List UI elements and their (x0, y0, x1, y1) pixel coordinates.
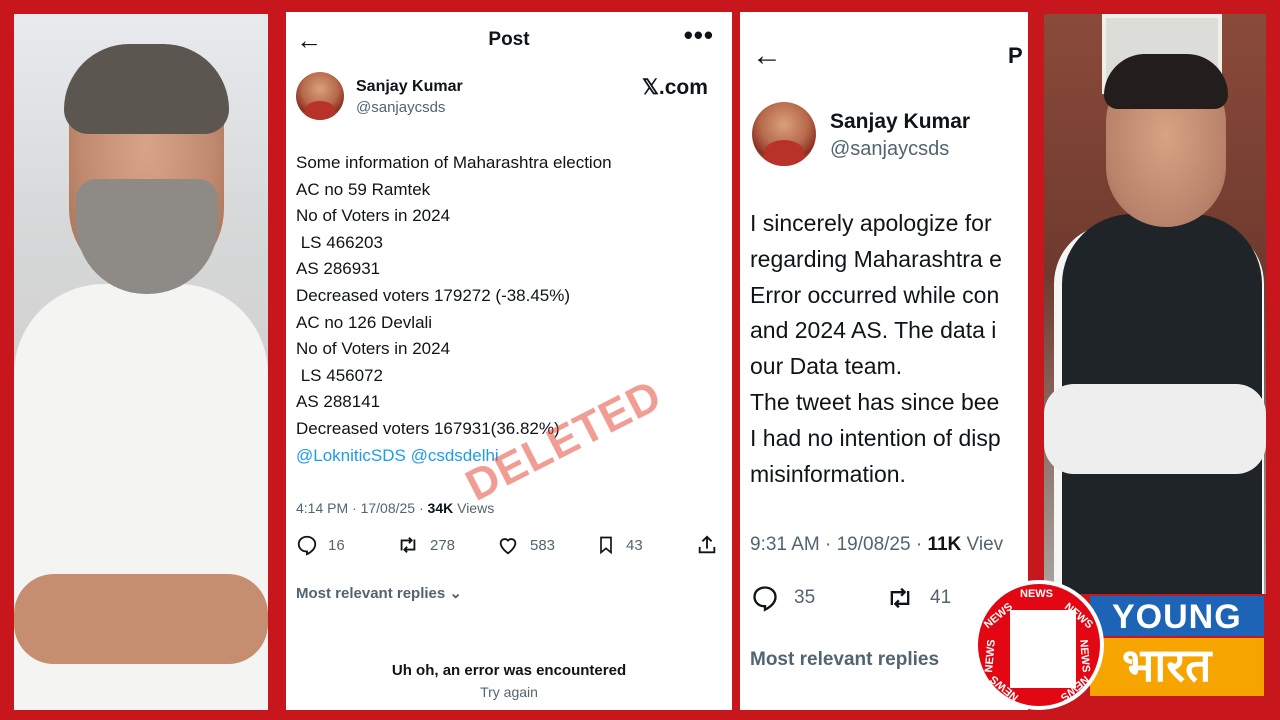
like-button[interactable]: 583 (496, 534, 555, 556)
views-count: 34K (427, 500, 454, 516)
left-person-photo (14, 14, 268, 710)
tweet-line: AS 286931 (296, 259, 381, 279)
repost-icon (890, 587, 910, 609)
post-title: P (1008, 43, 1023, 68)
tweet-line: No of Voters in 2024 (296, 339, 451, 359)
repost-count: 41 (930, 587, 952, 608)
share-icon (698, 535, 716, 554)
post-header: ← Post ••• (286, 20, 732, 54)
share-button[interactable] (696, 534, 718, 556)
news-word: NEWS (1077, 639, 1092, 673)
back-arrow-icon[interactable]: ← (752, 41, 782, 71)
tweet-line: No of Voters in 2024 (296, 206, 451, 226)
reply-icon (753, 586, 777, 612)
user-handle[interactable]: @sanjaycsds (356, 99, 445, 116)
tweet-line: AC no 126 Devlali (296, 312, 433, 332)
tweet-line: our Data team. (750, 353, 903, 380)
like-count: 583 (530, 536, 556, 554)
tweet-line: misinformation. (750, 460, 906, 487)
tweet-line: The tweet has since bee (750, 388, 1000, 415)
crossed-arms (14, 574, 268, 664)
error-title: Uh oh, an error was encountered (391, 662, 627, 679)
young-bharat-logo: YOUNG भारत NEWS NEWS NEWS NEWS NEWS NEWS… (972, 580, 1272, 716)
user-handle[interactable]: @sanjaycsds (830, 138, 949, 161)
repost-icon (400, 537, 416, 553)
india-map-icon (1010, 610, 1076, 688)
tweet-timestamp: 9:31 AM · 19/08/25 · 11K Viev (750, 534, 1003, 556)
tweet-line: Error occurred while con (750, 281, 1000, 308)
more-options-icon[interactable]: ••• (684, 20, 714, 51)
reply-icon (297, 535, 317, 556)
tweet-line: LS 466203 (296, 232, 383, 252)
tweet-timestamp: 4:14 PM · 17/08/25 · 34K Views (296, 500, 494, 516)
tweet-line: Decreased voters 179272 (-38.45%) (296, 285, 571, 305)
right-person-photo (1044, 14, 1266, 594)
logo-bharat-text: भारत (1122, 638, 1212, 692)
most-relevant-replies[interactable]: Most relevant replies (750, 649, 939, 671)
tweet-line: I had no intention of disp (750, 424, 1001, 451)
tweet-line: regarding Maharashtra e (750, 245, 1002, 272)
tweet-line: I sincerely apologize for (750, 210, 992, 236)
tweet-line: Some information of Maharashtra election (296, 153, 612, 172)
reply-count: 35 (794, 587, 816, 608)
repost-count: 278 (430, 536, 456, 554)
user-name[interactable]: Sanjay Kumar (356, 78, 463, 96)
tweet-time: 9:31 AM · 19/08/25 · (750, 534, 928, 555)
logo-young-text: YOUNG (1112, 598, 1242, 636)
tweet-line: and 2024 AS. The data i (750, 317, 997, 344)
post-title: Post (488, 29, 530, 50)
post-header: ← P (740, 41, 1028, 71)
user-name[interactable]: Sanjay Kumar (830, 110, 970, 134)
tweet-body: I sincerely apologize for regarding Maha… (750, 212, 1002, 498)
reply-button[interactable]: 16 (296, 534, 345, 556)
tweet-line: LS 456072 (296, 365, 383, 385)
avatar[interactable] (296, 72, 344, 120)
tweet-time: 4:14 PM · 17/08/25 · (296, 500, 428, 516)
heart-icon (499, 538, 517, 555)
repost-button[interactable]: 278 (396, 534, 455, 556)
bookmark-button[interactable]: 43 (596, 534, 643, 556)
try-again-link[interactable]: Try again (286, 684, 732, 700)
x-com-label: 𝕏.com (642, 76, 708, 99)
deleted-tweet-screenshot: ← Post ••• Sanjay Kumar @sanjaycsds 𝕏.co… (286, 12, 732, 710)
crossed-arms (1044, 384, 1266, 474)
bookmark-icon (600, 536, 612, 555)
views-label: Viev (961, 534, 1004, 555)
news-word: NEWS (1020, 588, 1053, 600)
views-count: 11K (927, 534, 962, 555)
error-message: Uh oh, an error was encountered Try agai… (286, 662, 732, 700)
reply-count: 16 (328, 536, 345, 554)
most-relevant-replies[interactable]: Most relevant replies ⌄ (296, 584, 462, 602)
reply-button[interactable]: 35 (750, 584, 815, 612)
tweet-line: AC no 59 Ramtek (296, 179, 431, 199)
news-word: NEWS (983, 639, 998, 673)
beard (76, 179, 218, 294)
avatar[interactable] (752, 102, 816, 166)
repost-button[interactable]: 41 (884, 584, 951, 612)
hair (64, 44, 229, 134)
news-badge: NEWS NEWS NEWS NEWS NEWS NEWS NEWS (974, 580, 1104, 710)
bookmark-count: 43 (626, 536, 643, 554)
hair (1104, 54, 1228, 109)
